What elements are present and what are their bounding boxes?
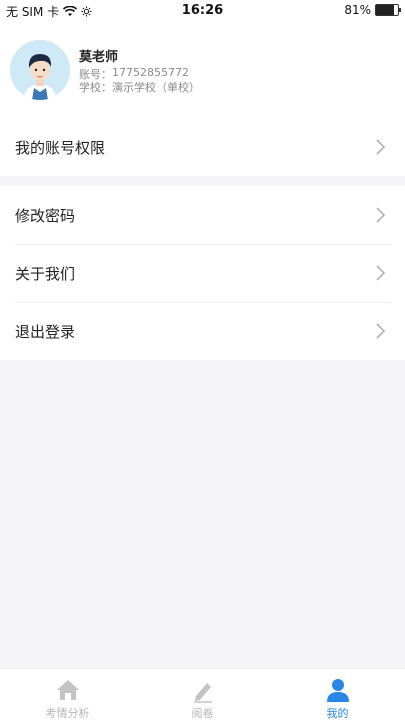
chevron-right-icon: [376, 207, 386, 223]
avatar[interactable]: [10, 40, 70, 100]
profile-name: 莫老师: [79, 50, 119, 65]
tab-mine[interactable]: 我的: [270, 669, 405, 721]
tab-label: 我的: [326, 707, 349, 720]
profile-card[interactable]: 莫老师 账号： 17752855772 学校： 演示学校（单校）: [0, 22, 405, 118]
chevron-right-icon: [376, 139, 386, 155]
chevron-right-icon: [376, 323, 386, 339]
home-icon: [56, 680, 79, 700]
menu-item-label: 修改密码: [15, 206, 76, 225]
menu-item-about-us[interactable]: 关于我们: [0, 244, 405, 302]
menu-item-label: 我的账号权限: [15, 138, 106, 157]
status-right: 81%: [344, 3, 401, 17]
battery-percent: 81%: [344, 3, 371, 17]
pencil-icon: [193, 683, 212, 703]
tab-label: 阅卷: [191, 707, 214, 720]
tab-label: 考情分析: [45, 707, 90, 720]
menu-group-settings: 修改密码 关于我们 退出登录: [0, 186, 405, 360]
status-bar: 无 SIM 卡 16:26 81%: [0, 0, 405, 22]
menu-item-permissions[interactable]: 我的账号权限: [0, 118, 405, 176]
profile-school: 学校： 演示学校（单校）: [79, 79, 200, 95]
battery-icon: [375, 4, 401, 16]
menu-item-label: 关于我们: [15, 264, 76, 283]
chevron-right-icon: [376, 265, 386, 281]
school-label: 学校：: [79, 81, 112, 94]
menu-item-change-password[interactable]: 修改密码: [0, 186, 405, 244]
school-value: 演示学校（单校）: [112, 81, 200, 94]
tab-bar: 考情分析 阅卷 我的: [0, 668, 405, 721]
teacher-avatar-icon: [10, 40, 70, 100]
tab-analysis[interactable]: 考情分析: [0, 669, 135, 721]
menu-item-label: 退出登录: [15, 322, 76, 341]
user-icon: [326, 679, 349, 702]
battery-level: [376, 5, 394, 15]
menu-group-account: 我的账号权限: [0, 118, 405, 176]
tab-marking[interactable]: 阅卷: [135, 669, 270, 721]
menu-item-logout[interactable]: 退出登录: [0, 302, 405, 360]
